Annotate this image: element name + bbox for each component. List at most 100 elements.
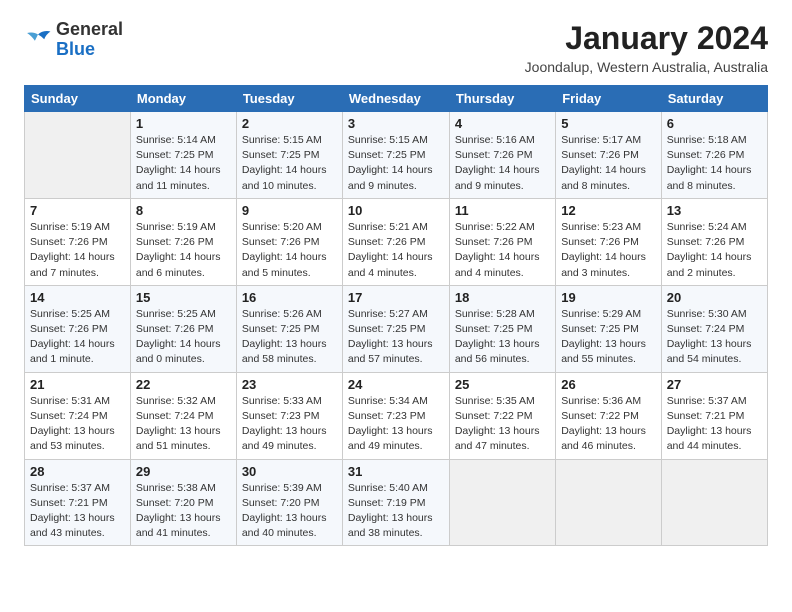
day-header-sunday: Sunday (25, 86, 131, 112)
day-cell: 19 Sunrise: 5:29 AMSunset: 7:25 PMDayligh… (556, 285, 662, 372)
day-info: Sunrise: 5:29 AMSunset: 7:25 PMDaylight:… (561, 307, 656, 368)
day-cell: 29 Sunrise: 5:38 AMSunset: 7:20 PMDayligh… (130, 459, 236, 546)
day-number: 26 (561, 377, 656, 392)
day-number: 18 (455, 290, 550, 305)
day-info: Sunrise: 5:33 AMSunset: 7:23 PMDaylight:… (242, 394, 337, 455)
day-header-monday: Monday (130, 86, 236, 112)
day-info: Sunrise: 5:26 AMSunset: 7:25 PMDaylight:… (242, 307, 337, 368)
day-cell: 16 Sunrise: 5:26 AMSunset: 7:25 PMDayligh… (236, 285, 342, 372)
week-row-1: 1Sunrise: 5:14 AMSunset: 7:25 PMDaylight… (25, 112, 768, 199)
day-number: 13 (667, 203, 762, 218)
day-number: 8 (136, 203, 231, 218)
day-number: 21 (30, 377, 125, 392)
day-info: Sunrise: 5:14 AMSunset: 7:25 PMDaylight:… (136, 133, 231, 194)
day-info: Sunrise: 5:40 AMSunset: 7:19 PMDaylight:… (348, 481, 444, 542)
day-cell: 10 Sunrise: 5:21 AMSunset: 7:26 PMDayligh… (342, 198, 449, 285)
day-cell: 28Sunrise: 5:37 AMSunset: 7:21 PMDayligh… (25, 459, 131, 546)
day-info: Sunrise: 5:15 AMSunset: 7:25 PMDaylight:… (348, 133, 444, 194)
day-cell: 12 Sunrise: 5:23 AMSunset: 7:26 PMDayligh… (556, 198, 662, 285)
day-cell: 26 Sunrise: 5:36 AMSunset: 7:22 PMDayligh… (556, 372, 662, 459)
day-info: Sunrise: 5:35 AMSunset: 7:22 PMDaylight:… (455, 394, 550, 455)
day-cell: 25 Sunrise: 5:35 AMSunset: 7:22 PMDayligh… (449, 372, 555, 459)
days-header-row: SundayMondayTuesdayWednesdayThursdayFrid… (25, 86, 768, 112)
day-cell: 6 Sunrise: 5:18 AMSunset: 7:26 PMDaylight… (661, 112, 767, 199)
day-header-wednesday: Wednesday (342, 86, 449, 112)
day-number: 11 (455, 203, 550, 218)
day-info: Sunrise: 5:22 AMSunset: 7:26 PMDaylight:… (455, 220, 550, 281)
day-info: Sunrise: 5:39 AMSunset: 7:20 PMDaylight:… (242, 481, 337, 542)
day-number: 22 (136, 377, 231, 392)
day-info: Sunrise: 5:32 AMSunset: 7:24 PMDaylight:… (136, 394, 231, 455)
logo-blue: Blue (56, 39, 95, 59)
day-number: 4 (455, 116, 550, 131)
logo: General Blue (24, 20, 123, 60)
logo-text: General Blue (56, 20, 123, 60)
day-info: Sunrise: 5:25 AMSunset: 7:26 PMDaylight:… (136, 307, 231, 368)
day-cell: 27 Sunrise: 5:37 AMSunset: 7:21 PMDayligh… (661, 372, 767, 459)
calendar-table: SundayMondayTuesdayWednesdayThursdayFrid… (24, 85, 768, 546)
day-cell (556, 459, 662, 546)
day-number: 29 (136, 464, 231, 479)
week-row-2: 7 Sunrise: 5:19 AMSunset: 7:26 PMDaylight… (25, 198, 768, 285)
logo-icon (24, 28, 52, 52)
day-number: 5 (561, 116, 656, 131)
day-info: Sunrise: 5:36 AMSunset: 7:22 PMDaylight:… (561, 394, 656, 455)
day-number: 10 (348, 203, 444, 218)
day-cell: 22 Sunrise: 5:32 AMSunset: 7:24 PMDayligh… (130, 372, 236, 459)
day-cell: 9Sunrise: 5:20 AMSunset: 7:26 PMDaylight… (236, 198, 342, 285)
day-number: 24 (348, 377, 444, 392)
day-number: 2 (242, 116, 337, 131)
day-number: 6 (667, 116, 762, 131)
day-info: Sunrise: 5:15 AMSunset: 7:25 PMDaylight:… (242, 133, 337, 194)
day-cell (25, 112, 131, 199)
day-cell: 5 Sunrise: 5:17 AMSunset: 7:26 PMDaylight… (556, 112, 662, 199)
day-cell: 17 Sunrise: 5:27 AMSunset: 7:25 PMDayligh… (342, 285, 449, 372)
day-info: Sunrise: 5:34 AMSunset: 7:23 PMDaylight:… (348, 394, 444, 455)
day-cell: 23 Sunrise: 5:33 AMSunset: 7:23 PMDayligh… (236, 372, 342, 459)
day-info: Sunrise: 5:31 AMSunset: 7:24 PMDaylight:… (30, 394, 125, 455)
day-info: Sunrise: 5:27 AMSunset: 7:25 PMDaylight:… (348, 307, 444, 368)
day-header-friday: Friday (556, 86, 662, 112)
day-cell: 8 Sunrise: 5:19 AMSunset: 7:26 PMDaylight… (130, 198, 236, 285)
day-info: Sunrise: 5:17 AMSunset: 7:26 PMDaylight:… (561, 133, 656, 194)
day-cell: 20Sunrise: 5:30 AMSunset: 7:24 PMDayligh… (661, 285, 767, 372)
title-block: January 2024 Joondalup, Western Australi… (525, 20, 768, 75)
day-info: Sunrise: 5:18 AMSunset: 7:26 PMDaylight:… (667, 133, 762, 194)
logo-general: General (56, 19, 123, 39)
day-number: 9 (242, 203, 337, 218)
day-number: 17 (348, 290, 444, 305)
day-info: Sunrise: 5:23 AMSunset: 7:26 PMDaylight:… (561, 220, 656, 281)
day-number: 31 (348, 464, 444, 479)
day-number: 27 (667, 377, 762, 392)
day-cell: 2 Sunrise: 5:15 AMSunset: 7:25 PMDaylight… (236, 112, 342, 199)
day-number: 15 (136, 290, 231, 305)
day-number: 14 (30, 290, 125, 305)
day-info: Sunrise: 5:19 AMSunset: 7:26 PMDaylight:… (136, 220, 231, 281)
day-cell: 13Sunrise: 5:24 AMSunset: 7:26 PMDayligh… (661, 198, 767, 285)
page-header: General Blue January 2024 Joondalup, Wes… (24, 20, 768, 75)
day-cell (449, 459, 555, 546)
day-number: 12 (561, 203, 656, 218)
day-cell: 11 Sunrise: 5:22 AMSunset: 7:26 PMDayligh… (449, 198, 555, 285)
month-year-title: January 2024 (525, 20, 768, 57)
day-cell: 7 Sunrise: 5:19 AMSunset: 7:26 PMDaylight… (25, 198, 131, 285)
day-number: 25 (455, 377, 550, 392)
day-info: Sunrise: 5:21 AMSunset: 7:26 PMDaylight:… (348, 220, 444, 281)
day-info: Sunrise: 5:25 AMSunset: 7:26 PMDaylight:… (30, 307, 125, 368)
day-info: Sunrise: 5:37 AMSunset: 7:21 PMDaylight:… (667, 394, 762, 455)
day-number: 23 (242, 377, 337, 392)
day-cell: 21 Sunrise: 5:31 AMSunset: 7:24 PMDayligh… (25, 372, 131, 459)
day-number: 30 (242, 464, 337, 479)
day-info: Sunrise: 5:38 AMSunset: 7:20 PMDaylight:… (136, 481, 231, 542)
day-cell: 24 Sunrise: 5:34 AMSunset: 7:23 PMDayligh… (342, 372, 449, 459)
day-number: 19 (561, 290, 656, 305)
day-cell: 14 Sunrise: 5:25 AMSunset: 7:26 PMDayligh… (25, 285, 131, 372)
day-info: Sunrise: 5:16 AMSunset: 7:26 PMDaylight:… (455, 133, 550, 194)
day-number: 7 (30, 203, 125, 218)
day-cell: 3 Sunrise: 5:15 AMSunset: 7:25 PMDaylight… (342, 112, 449, 199)
day-cell: 4 Sunrise: 5:16 AMSunset: 7:26 PMDaylight… (449, 112, 555, 199)
day-number: 3 (348, 116, 444, 131)
day-number: 28 (30, 464, 125, 479)
day-info: Sunrise: 5:19 AMSunset: 7:26 PMDaylight:… (30, 220, 125, 281)
day-number: 16 (242, 290, 337, 305)
